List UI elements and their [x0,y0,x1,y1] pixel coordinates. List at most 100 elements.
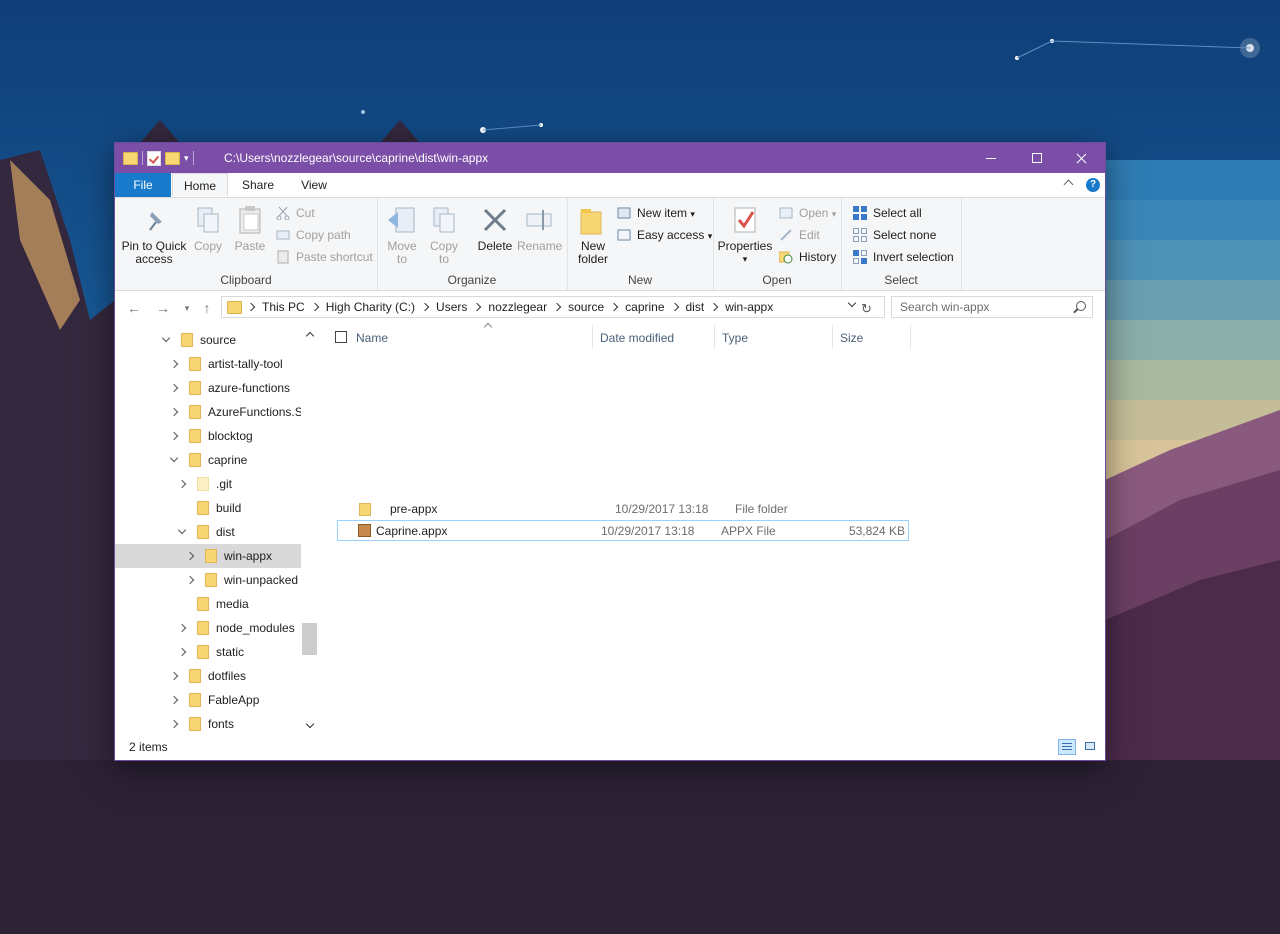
properties-button[interactable]: Properties ▾ [717,204,773,266]
chevron-right-icon[interactable] [473,302,482,312]
chevron-right-icon[interactable] [420,302,430,312]
scrollbar-thumb[interactable] [302,623,317,655]
tree-item-media[interactable]: media [115,592,301,616]
column-header-size[interactable]: Size [840,325,911,349]
expand-chevron-icon[interactable] [177,623,187,633]
tree-item-fonts[interactable]: fonts [115,712,301,735]
expand-chevron-icon[interactable] [169,719,179,729]
expand-chevron-icon[interactable] [169,407,179,417]
collapse-chevron-icon[interactable] [177,525,187,535]
tree-item-artist-tally-tool[interactable]: artist-tally-tool [115,352,301,376]
tree-item-source[interactable]: source [115,328,301,352]
collapse-chevron-icon[interactable] [161,333,171,343]
copy-button[interactable]: Copy [191,204,225,253]
breadcrumb-win-appx[interactable]: win-appx [721,300,777,314]
new-folder-button[interactable]: New folder [573,204,613,266]
close-button[interactable] [1059,143,1105,173]
move-to-button[interactable]: Move to [385,204,419,266]
breadcrumb-users[interactable]: Users [432,300,471,314]
large-icons-view-button[interactable] [1082,739,1100,755]
expand-chevron-icon[interactable] [177,647,187,657]
table-row[interactable]: pre-appx 10/29/2017 13:18 File folder [337,499,909,520]
breadcrumb-source[interactable]: source [564,300,608,314]
pin-to-quick-access-button[interactable]: Pin to Quick access [121,204,187,266]
rename-button[interactable]: Rename [517,204,562,253]
recent-locations-chevron-icon[interactable]: ▾ [179,300,195,316]
minimize-button[interactable] [968,143,1014,173]
tree-item-static[interactable]: static [115,640,301,664]
invert-selection-button[interactable]: Invert selection [853,247,954,267]
chevron-right-icon[interactable] [709,302,719,312]
collapse-chevron-icon[interactable] [169,453,179,463]
forward-arrow-icon[interactable]: → [155,300,171,316]
refresh-icon[interactable]: ↻ [861,301,872,317]
chevron-right-icon[interactable] [609,302,619,312]
tree-item-blocktog[interactable]: blocktog [115,424,301,448]
chevron-down-icon[interactable]: ▾ [184,153,189,164]
tree-item-azurefunctions-sa[interactable]: AzureFunctions.Sa [115,400,301,424]
breadcrumb-caprine[interactable]: caprine [621,300,668,314]
address-bar[interactable]: This PC High Charity (C:) Users nozzlege… [221,296,885,318]
tab-file[interactable]: File [115,173,171,197]
select-all-button[interactable]: Select all [853,203,922,223]
tree-item-git[interactable]: .git [115,472,301,496]
new-folder-icon[interactable] [165,151,180,165]
chevron-right-icon[interactable] [670,302,679,312]
easy-access-button[interactable]: Easy access ▾ [617,225,712,245]
expand-chevron-icon[interactable] [169,695,179,705]
tree-item-dist[interactable]: dist [115,520,301,544]
table-row[interactable]: Caprine.appx 10/29/2017 13:18 APPX File … [337,520,909,541]
tab-view[interactable]: View [298,173,330,197]
expand-chevron-icon[interactable] [185,575,195,585]
breadcrumb-drive[interactable]: High Charity (C:) [322,300,419,314]
details-view-button[interactable] [1058,739,1076,755]
open-button[interactable]: Open ▾ [779,203,836,223]
navigation-pane-scrollbar[interactable] [302,325,317,735]
breadcrumb-dist[interactable]: dist [682,300,709,314]
tree-item-win-unpacked[interactable]: win-unpacked [115,568,301,592]
expand-chevron-icon[interactable] [169,383,179,393]
folder-icon [197,597,209,611]
select-none-button[interactable]: Select none [853,225,936,245]
delete-button[interactable]: Delete [473,204,517,253]
breadcrumb-this-pc[interactable]: This PC [258,300,309,314]
column-header-name[interactable]: Name [356,322,593,349]
search-input[interactable]: Search win-appx [891,296,1093,318]
scroll-up-arrow-icon[interactable] [305,331,315,341]
tab-home[interactable]: Home [172,173,228,197]
collapse-ribbon-icon[interactable] [1063,179,1074,190]
tree-item-build[interactable]: build [115,496,301,520]
paste-button[interactable]: Paste [233,204,267,253]
expand-chevron-icon[interactable] [169,359,179,369]
tree-item-azure-functions[interactable]: azure-functions [115,376,301,400]
history-button[interactable]: History [778,247,836,267]
tab-share[interactable]: Share [240,173,276,197]
copy-path-button[interactable]: Copy path [276,225,351,245]
expand-chevron-icon[interactable] [185,551,195,561]
new-item-button[interactable]: New item ▾ [617,203,695,223]
select-all-checkbox[interactable] [335,331,347,343]
tree-item-win-appx[interactable]: win-appx [115,544,301,568]
scroll-down-arrow-icon[interactable] [305,719,315,729]
help-icon[interactable]: ? [1086,178,1100,192]
copy-to-button[interactable]: Copy to [427,204,461,266]
tree-item-dotfiles[interactable]: dotfiles [115,664,301,688]
back-arrow-icon[interactable]: ← [126,300,142,316]
cut-button[interactable]: Cut [276,203,315,223]
expand-chevron-icon[interactable] [169,671,179,681]
properties-icon[interactable] [147,150,161,166]
column-header-date-modified[interactable]: Date modified [600,325,715,349]
chevron-right-icon[interactable] [310,302,319,312]
expand-chevron-icon[interactable] [177,479,187,489]
up-arrow-icon[interactable]: ↑ [199,300,215,316]
paste-shortcut-button[interactable]: Paste shortcut [276,247,373,267]
maximize-button[interactable] [1014,143,1060,173]
expand-chevron-icon[interactable] [169,431,179,441]
breadcrumb-nozzlegear[interactable]: nozzlegear [484,300,551,314]
tree-item-caprine[interactable]: caprine [115,448,301,472]
tree-item-node-modules[interactable]: node_modules [115,616,301,640]
tree-item-fableapp[interactable]: FableApp [115,688,301,712]
chevron-right-icon[interactable] [552,302,562,312]
edit-button[interactable]: Edit [779,225,820,245]
column-header-type[interactable]: Type [722,325,833,349]
